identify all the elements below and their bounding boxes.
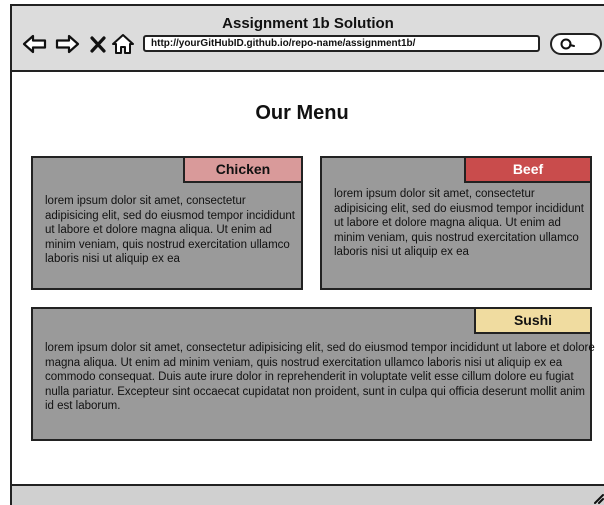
menu-tag-label: Chicken xyxy=(215,161,271,177)
menu-card-beef: Beef lorem ipsum dolor sit amet, consect… xyxy=(320,156,592,290)
window-title: Assignment 1b Solution xyxy=(222,15,394,32)
forward-arrow-icon[interactable] xyxy=(54,33,80,55)
address-bar[interactable]: http://yourGitHubID.github.io/repo-name/… xyxy=(143,35,540,52)
search-icon xyxy=(560,38,575,50)
home-icon[interactable] xyxy=(111,33,135,55)
menu-card-text: lorem ipsum dolor sit amet, consectetur … xyxy=(45,195,295,265)
page-title: Our Menu xyxy=(255,102,349,124)
menu-card-chicken: Chicken lorem ipsum dolor sit amet, cons… xyxy=(31,156,303,290)
browser-toolbar: Assignment 1b Solution http://yourGitHub… xyxy=(10,4,604,72)
menu-tag-sushi: Sushi xyxy=(474,309,590,334)
menu-tag-label: Beef xyxy=(512,161,544,177)
menu-tag-beef: Beef xyxy=(464,158,590,183)
resize-grip-icon[interactable] xyxy=(592,492,604,504)
menu-tag-label: Sushi xyxy=(513,312,553,328)
search-button[interactable] xyxy=(550,33,602,55)
status-bar xyxy=(10,484,604,505)
menu-card-text: lorem ipsum dolor sit amet, consectetur … xyxy=(334,188,584,258)
menu-card-sushi: Sushi lorem ipsum dolor sit amet, consec… xyxy=(31,307,595,441)
back-arrow-icon[interactable] xyxy=(22,33,48,55)
close-icon[interactable] xyxy=(89,33,107,55)
address-bar-url: http://yourGitHubID.github.io/repo-name/… xyxy=(151,38,416,49)
menu-card-text: lorem ipsum dolor sit amet, consectetur … xyxy=(45,342,595,412)
menu-tag-chicken: Chicken xyxy=(183,158,301,183)
